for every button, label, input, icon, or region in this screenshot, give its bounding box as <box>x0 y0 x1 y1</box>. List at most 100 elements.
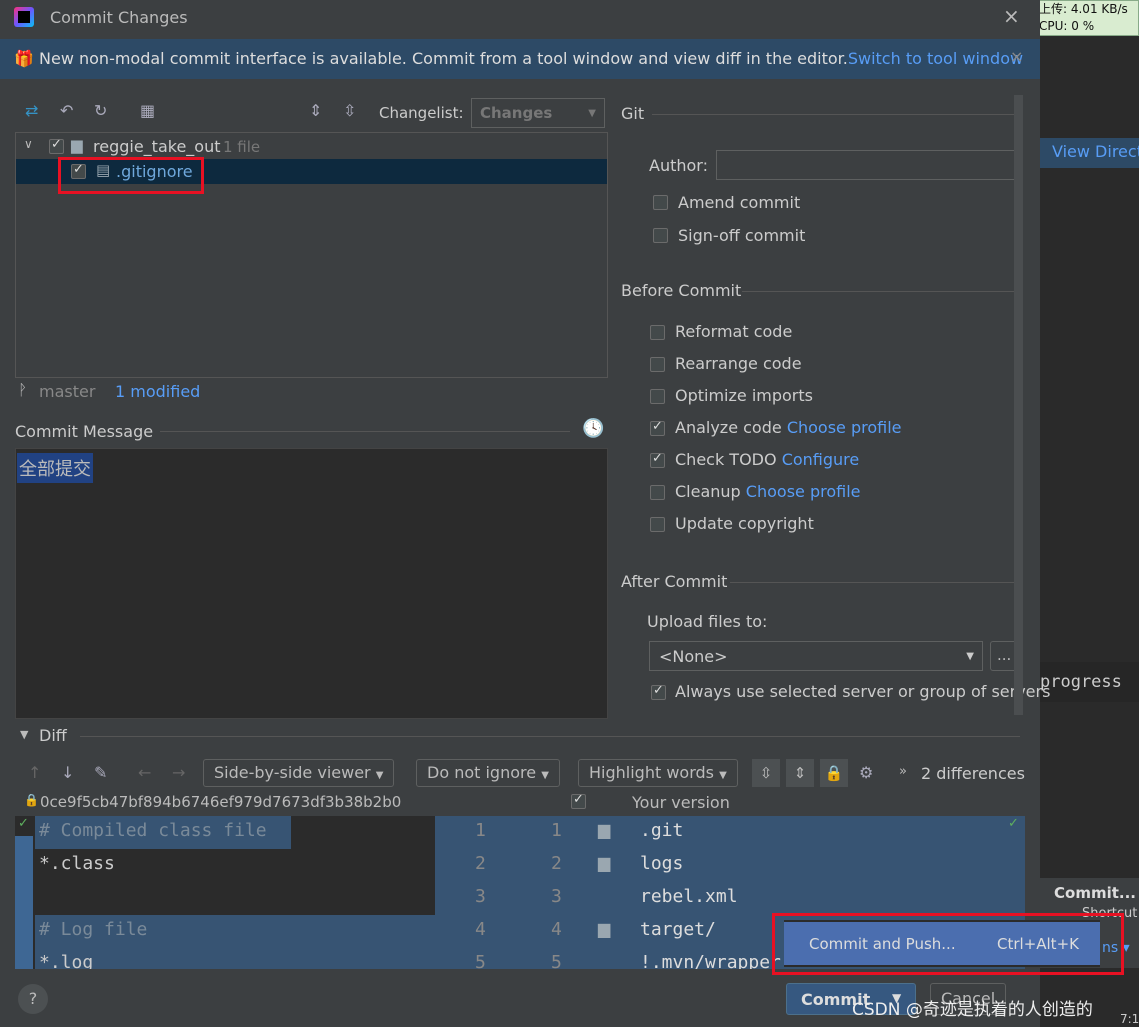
edit-source-icon[interactable]: ✎ <box>94 763 107 782</box>
changelist-select[interactable]: Changes ▼ <box>471 98 605 128</box>
signoff-commit-label[interactable]: Sign-off commit <box>678 226 805 245</box>
before-commit-option[interactable]: Rearrange code <box>675 354 802 373</box>
cpu-usage: CPU: 0 % <box>1039 19 1095 33</box>
before-commit-checkbox[interactable] <box>650 485 665 500</box>
refresh-icon[interactable]: ↻ <box>94 101 107 120</box>
before-commit-option[interactable]: Check TODO Configure <box>675 450 859 469</box>
before-commit-checkbox[interactable] <box>650 451 665 468</box>
before-commit-header: Before Commit <box>621 281 742 300</box>
commit-message-label: Commit Message <box>15 422 154 441</box>
root-checkbox[interactable] <box>49 137 64 154</box>
before-commit-checkbox[interactable] <box>650 517 665 532</box>
before-commit-checkbox[interactable] <box>650 325 665 340</box>
branch-name[interactable]: master <box>39 382 95 401</box>
before-commit-option[interactable]: Analyze code Choose profile <box>675 418 902 437</box>
right-line: rebel.xml <box>640 886 738 907</box>
bg-time: 7:1 <box>1120 1012 1139 1026</box>
window-title: Commit Changes <box>50 8 188 27</box>
right-line: logs <box>640 853 684 874</box>
left-line: # Compiled class file <box>39 820 267 841</box>
author-input[interactable] <box>716 150 1018 180</box>
banner-close-icon[interactable]: × <box>1010 47 1023 66</box>
right-revision-title: Your version <box>632 793 730 812</box>
right-line: target/ <box>640 919 716 940</box>
sync-scroll-icon[interactable]: ⇕ <box>786 759 814 787</box>
left-line: *.class <box>39 853 115 874</box>
close-icon[interactable]: × <box>1003 4 1020 28</box>
left-revision-title: 0ce9f5cb47bf894b6746ef979d7673df3b38b2b0 <box>40 793 402 811</box>
before-commit-checkbox[interactable] <box>650 357 665 372</box>
right-panel-scrollbar[interactable] <box>1014 95 1023 715</box>
root-count: 1 file <box>223 138 261 156</box>
after-commit-header: After Commit <box>621 572 728 591</box>
switch-to-tool-window-link[interactable]: Switch to tool window <box>848 49 1023 68</box>
collapse-unchanged-icon[interactable]: ⇳ <box>752 759 780 787</box>
upload-server-select[interactable]: <None> ▼ <box>649 641 983 671</box>
option-link[interactable]: Configure <box>782 450 860 469</box>
author-label: Author: <box>649 156 708 175</box>
left-line-number: 3 <box>475 886 486 907</box>
before-commit-option[interactable]: Reformat code <box>675 322 792 341</box>
red-highlight-box <box>58 157 204 194</box>
amend-commit-checkbox[interactable] <box>653 195 668 210</box>
diff-header: Diff <box>39 726 67 745</box>
group-by-icon[interactable]: ▦ <box>140 101 155 120</box>
ignore-select[interactable]: Do not ignore ▼ <box>416 759 560 787</box>
collapse-all-icon[interactable]: ⇳ <box>343 101 356 120</box>
chevron-down-icon[interactable]: ∨ <box>24 137 33 151</box>
check-ok-icon: ✓ <box>18 816 29 831</box>
next-diff-icon[interactable]: ↓ <box>61 763 74 782</box>
right-line-number: 4 <box>551 919 562 940</box>
before-commit-checkbox[interactable] <box>650 419 665 436</box>
tree-root[interactable]: ∨ ▆ reggie_take_out 1 file <box>16 135 607 159</box>
expand-all-icon[interactable]: ⇕ <box>309 101 322 120</box>
watermark: CSDN @奇迹是执着的人创造的 <box>852 1000 1093 1020</box>
left-line-number: 1 <box>475 820 486 841</box>
before-commit-checkbox[interactable] <box>650 389 665 404</box>
left-line: # Log file <box>39 919 148 940</box>
more-icon[interactable]: » <box>899 764 907 779</box>
help-button[interactable]: ? <box>18 984 48 1014</box>
always-use-server-label[interactable]: Always use selected server or group of s… <box>675 682 1050 701</box>
upload-files-label: Upload files to: <box>647 612 768 631</box>
folder-icon: ▆ <box>598 853 611 872</box>
amend-commit-label[interactable]: Amend commit <box>678 193 800 212</box>
history-clock-icon[interactable]: 🕓 <box>582 418 604 439</box>
modified-count-link[interactable]: 1 modified <box>115 382 200 401</box>
next-file-icon[interactable]: → <box>172 763 185 782</box>
refresh-changes-icon[interactable]: ⇄ <box>25 101 38 120</box>
right-line: !.mvn/wrapper <box>640 952 781 969</box>
option-link[interactable]: Choose profile <box>787 418 902 437</box>
notice-banner: 🎁 New non-modal commit interface is avai… <box>0 39 1040 79</box>
right-line: .git <box>640 820 684 841</box>
left-line: *.log <box>39 952 94 969</box>
folder-icon: ▆ <box>71 136 83 154</box>
bg-progress: progress <box>1040 662 1139 702</box>
signoff-commit-checkbox[interactable] <box>653 228 668 243</box>
before-commit-option[interactable]: Update copyright <box>675 514 814 533</box>
git-section-header: Git <box>621 104 645 123</box>
settings-gear-icon[interactable]: ⚙ <box>859 763 873 782</box>
folder-icon: ▆ <box>598 820 611 839</box>
lock-icon[interactable]: 🔒 <box>820 759 848 787</box>
commit-message-input[interactable]: 全部提交 <box>15 448 608 719</box>
prev-diff-icon[interactable]: ↑ <box>28 763 41 782</box>
diff-collapse-icon[interactable]: ▼ <box>20 728 28 741</box>
left-line-number: 5 <box>475 952 486 969</box>
always-use-server-checkbox[interactable] <box>651 683 666 700</box>
net-monitor: 上传: 4.01 KB/s CPU: 0 % <box>1034 0 1139 36</box>
bg-view-link: View Direct <box>1040 138 1139 168</box>
before-commit-option[interactable]: Cleanup Choose profile <box>675 482 861 501</box>
highlight-select[interactable]: Highlight words ▼ <box>578 759 738 787</box>
differences-count: 2 differences <box>921 764 1025 783</box>
include-all-checkbox[interactable] <box>571 792 586 809</box>
changelist-label: Changelist: <box>379 104 464 122</box>
left-line-number: 2 <box>475 853 486 874</box>
rollback-icon[interactable]: ↶ <box>60 101 73 120</box>
viewer-select[interactable]: Side-by-side viewer ▼ <box>203 759 395 787</box>
prev-file-icon[interactable]: ← <box>138 763 151 782</box>
commit-dialog: Commit Changes × 🎁 New non-modal commit … <box>0 0 1050 1027</box>
option-link[interactable]: Choose profile <box>746 482 861 501</box>
root-label: reggie_take_out <box>93 137 221 156</box>
before-commit-option[interactable]: Optimize imports <box>675 386 813 405</box>
